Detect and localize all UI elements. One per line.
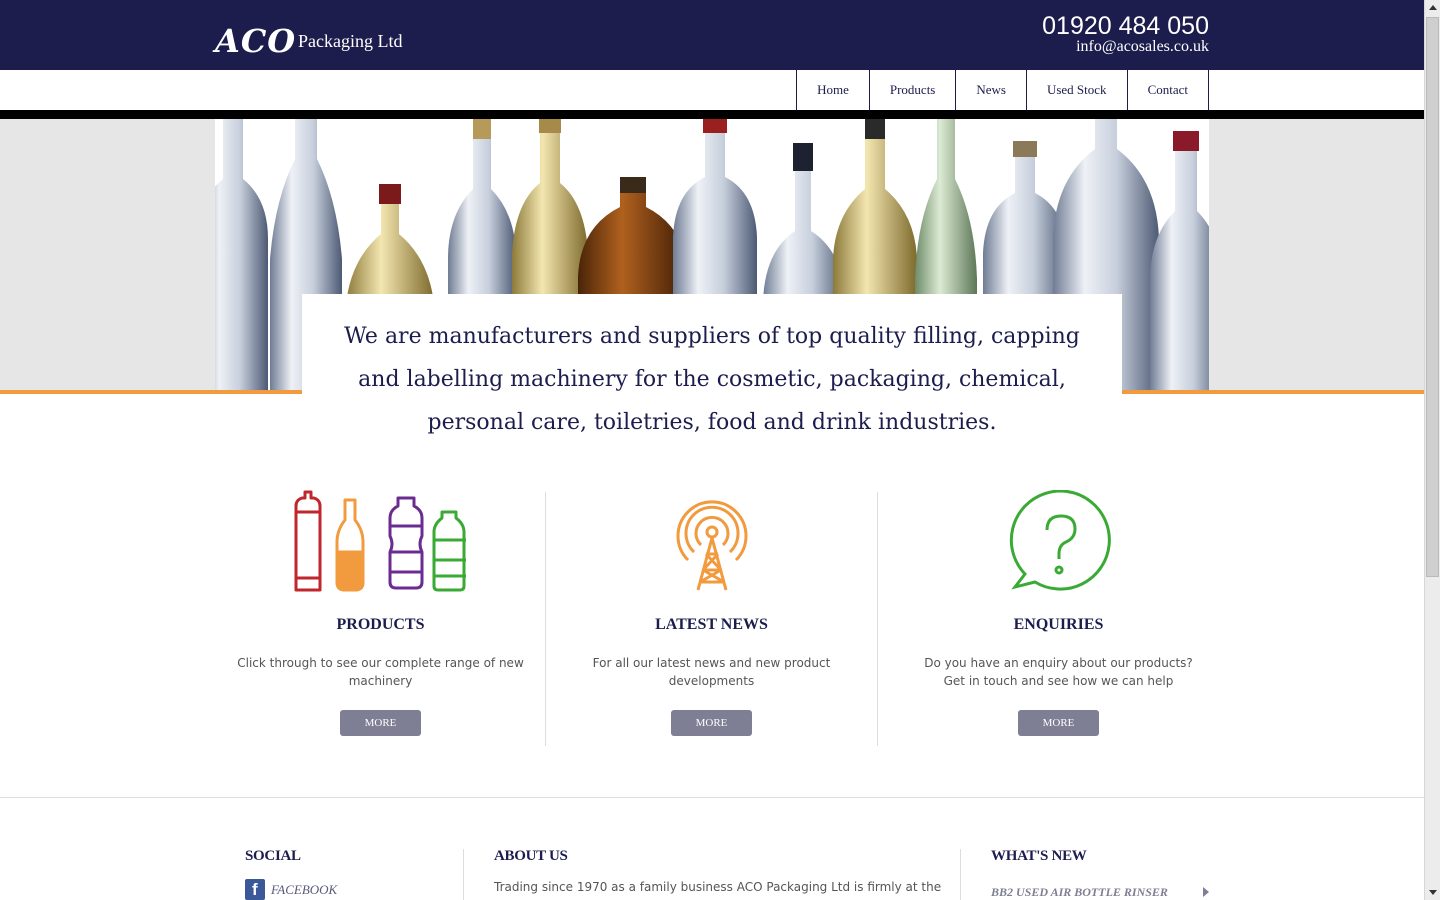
- feature-enquiries-title: ENQUIRIES: [1013, 616, 1104, 633]
- nav-news[interactable]: News: [955, 70, 1026, 110]
- feature-divider: [877, 492, 878, 746]
- phone-number: 01920 484 050: [1042, 12, 1209, 40]
- whats-new-item-label: BB2 USED AIR BOTTLE RINSER: [991, 885, 1168, 899]
- scrollbar-thumb[interactable]: [1426, 17, 1439, 577]
- footer-whats-new-heading: WHAT'S NEW: [991, 848, 1087, 864]
- question-bubble-icon: [893, 490, 1224, 594]
- products-more-button[interactable]: MORE: [340, 710, 421, 736]
- bottles-icon: [215, 490, 546, 594]
- facebook-link[interactable]: f FACEBOOK: [245, 879, 337, 900]
- feature-news-title: LATEST NEWS: [655, 616, 768, 633]
- footer-social: SOCIAL: [245, 848, 301, 865]
- feature-enquiries-text: Do you have an enquiry about our product…: [924, 656, 1193, 688]
- feature-products: PRODUCTS Click through to see our comple…: [215, 490, 546, 736]
- scroll-up-arrow-icon[interactable]: [1425, 0, 1440, 16]
- header-bar: ACO Packaging Ltd 01920 484 050 info@aco…: [0, 0, 1424, 70]
- email-link[interactable]: info@acosales.co.uk: [1076, 38, 1209, 56]
- section-divider: [0, 797, 1424, 798]
- logo-mark: ACO: [215, 22, 297, 60]
- footer-divider: [960, 849, 961, 900]
- facebook-label: FACEBOOK: [271, 881, 338, 897]
- nav-home[interactable]: Home: [796, 70, 869, 110]
- footer-about: ABOUT US: [494, 848, 568, 865]
- chevron-right-icon: [1203, 887, 1209, 897]
- feature-latest-news: LATEST NEWS For all our latest news and …: [546, 490, 877, 736]
- footer-divider: [463, 849, 464, 900]
- enquiries-more-button[interactable]: MORE: [1018, 710, 1099, 736]
- broadcast-tower-icon: [546, 490, 877, 594]
- feature-enquiries: ENQUIRIES Do you have an enquiry about o…: [893, 490, 1224, 736]
- whats-new-item[interactable]: BB2 USED AIR BOTTLE RINSER: [991, 885, 1209, 900]
- logo-text: Packaging Ltd: [298, 31, 403, 51]
- main-nav: Home Products News Used Stock Contact: [796, 70, 1209, 110]
- vertical-scrollbar[interactable]: [1424, 0, 1440, 900]
- nav-used-stock[interactable]: Used Stock: [1025, 70, 1127, 110]
- footer-about-text: Trading since 1970 as a family business …: [494, 880, 942, 894]
- news-more-button[interactable]: MORE: [671, 710, 752, 736]
- footer-whats-new: WHAT'S NEW: [991, 848, 1087, 865]
- feature-products-text: Click through to see our complete range …: [237, 656, 524, 688]
- facebook-icon: f: [245, 879, 265, 900]
- footer-social-heading: SOCIAL: [245, 848, 301, 864]
- page: ACO Packaging Ltd 01920 484 050 info@aco…: [0, 0, 1424, 900]
- feature-news-text: For all our latest news and new product …: [592, 656, 831, 688]
- hero-tagline: We are manufacturers and suppliers of to…: [344, 324, 1080, 435]
- footer-about-heading: ABOUT US: [494, 848, 568, 864]
- nav-products[interactable]: Products: [868, 70, 956, 110]
- header-divider: [0, 110, 1424, 119]
- scroll-down-arrow-icon[interactable]: [1425, 884, 1440, 900]
- nav-contact[interactable]: Contact: [1126, 70, 1209, 110]
- feature-products-title: PRODUCTS: [336, 616, 425, 633]
